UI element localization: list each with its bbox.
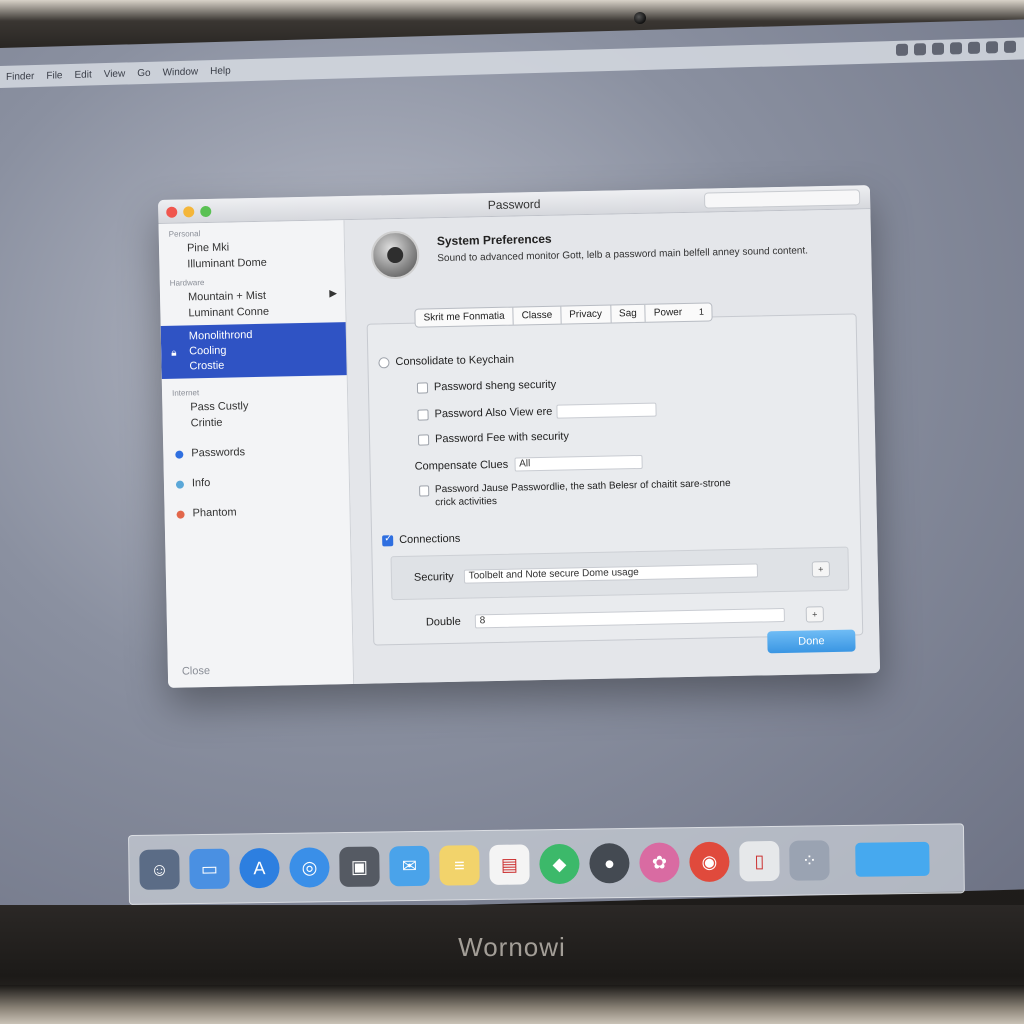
- double-row: Double 8: [425, 607, 785, 630]
- complement-row: Compensate Clues All: [414, 454, 643, 474]
- launchpad-icon[interactable]: ⁘: [789, 840, 830, 881]
- option-row[interactable]: Password Also View ere: [417, 402, 657, 422]
- tab[interactable]: Sag: [610, 304, 646, 323]
- menu-go[interactable]: Go: [137, 67, 150, 78]
- checkbox[interactable]: [419, 485, 430, 497]
- menu-edit[interactable]: Edit: [74, 69, 91, 80]
- option-row[interactable]: Password Jause Passwordlie, the sath Bel…: [419, 477, 749, 510]
- sidebar-footer-close[interactable]: Close: [182, 665, 210, 678]
- chevron-right-icon: ▶: [329, 288, 338, 300]
- facetime-icon[interactable]: ●: [589, 843, 630, 884]
- menu-bar: Finder File Edit View Go Window Help: [0, 37, 1024, 88]
- sync-icon[interactable]: [914, 43, 926, 56]
- sidebar-item-label: Phantom: [192, 506, 237, 520]
- checkbox[interactable]: [416, 381, 429, 394]
- sidebar-item-label: Passwords: [191, 446, 246, 460]
- webcam: [634, 12, 646, 24]
- dock: ☺ ▭ A ◎ ▣ ✉ ≡ ▤ ◆ ● ✿ ◉ ▯ ⁘: [128, 823, 965, 905]
- system-preferences-icon: [370, 230, 420, 280]
- mail-icon[interactable]: ✉: [389, 845, 430, 887]
- complement-label: Compensate Clues: [414, 458, 509, 473]
- option-label: Password Jause Passwordlie, the sath Bel…: [434, 478, 731, 509]
- security-group: Security Toolbelt and Note secure Dome u…: [390, 546, 850, 601]
- text-icon[interactable]: [950, 42, 962, 55]
- menu-window[interactable]: Window: [163, 66, 199, 78]
- search-icon[interactable]: [932, 42, 944, 55]
- security-label: Security: [413, 570, 454, 584]
- preferences-window: Password Personal Pine Mki Illuminant Do…: [158, 185, 881, 688]
- option-label: Connections: [399, 532, 461, 547]
- double-stepper[interactable]: +: [805, 606, 824, 623]
- finder-icon[interactable]: ☺: [139, 849, 180, 890]
- sidebar-item-selected[interactable]: 🔒︎ Monolithrond Cooling Crostie: [160, 322, 347, 379]
- security-stepper[interactable]: +: [811, 561, 831, 578]
- complement-field[interactable]: All: [514, 454, 643, 472]
- sidebar: Personal Pine Mki Illuminant Dome Hardwa…: [158, 220, 355, 688]
- sidebar-item-phantom[interactable]: Phantom: [164, 502, 349, 522]
- tab-stepper[interactable]: 1: [699, 307, 704, 317]
- option-row[interactable]: Password Fee with security: [417, 430, 570, 446]
- calendar-icon[interactable]: ▤: [489, 844, 530, 885]
- status-icons: [896, 40, 1016, 56]
- sidebar-item-info[interactable]: Info: [164, 472, 349, 492]
- chrome-icon[interactable]: ◉: [689, 841, 730, 883]
- wifi-icon[interactable]: [968, 41, 980, 54]
- photos-icon[interactable]: ✿: [639, 842, 680, 883]
- radio-label: Consolidate to Keychain: [395, 353, 515, 369]
- phantom-icon: [176, 510, 185, 519]
- main-pane: System Preferences Sound to advanced mon…: [344, 209, 881, 684]
- menu-help[interactable]: Help: [210, 65, 231, 77]
- menu-file[interactable]: File: [46, 70, 62, 81]
- options-panel: Consolidate to Keychain Password sheng s…: [366, 313, 864, 646]
- search-field[interactable]: [703, 189, 861, 209]
- double-field[interactable]: 8: [474, 607, 785, 629]
- done-button[interactable]: Done: [767, 629, 856, 654]
- security-row: Security Toolbelt and Note secure Dome u…: [413, 563, 758, 585]
- sidebar-item-passwords[interactable]: Passwords: [163, 442, 348, 462]
- option-label: Password Also View ere: [434, 405, 553, 421]
- tab-label: Power: [653, 307, 683, 319]
- menu-finder[interactable]: Finder: [6, 71, 34, 83]
- radio-row[interactable]: Consolidate to Keychain: [378, 354, 514, 369]
- option-row[interactable]: Password sheng security: [416, 378, 557, 394]
- option-label: Password Fee with security: [434, 430, 570, 446]
- radio-button[interactable]: [378, 356, 390, 368]
- appstore-icon[interactable]: A: [239, 847, 280, 889]
- menu-view[interactable]: View: [104, 68, 126, 80]
- notes-icon[interactable]: ≡: [439, 845, 480, 886]
- sidebar-item-label: Mountain + Mist: [187, 289, 267, 304]
- checkbox[interactable]: [417, 433, 430, 446]
- security-field[interactable]: Toolbelt and Note secure Dome usage: [463, 563, 758, 584]
- sidebar-item-label: Info: [191, 476, 211, 490]
- tab[interactable]: Classe: [513, 306, 562, 325]
- brand-logo-text: Wornowi: [458, 932, 566, 962]
- lock-icon: 🔒︎: [171, 347, 177, 359]
- laptop-photo: Finder File Edit View Go Window Help Pas…: [0, 0, 1024, 1024]
- sidebar-item[interactable]: Luminant Conne: [160, 302, 345, 322]
- laptop-base: [0, 985, 1024, 1024]
- tab[interactable]: Skrit me Fonmatia: [415, 307, 514, 327]
- bluetooth-icon[interactable]: [896, 43, 908, 56]
- notification-icon[interactable]: [1004, 40, 1016, 53]
- tab[interactable]: Power 1: [646, 303, 712, 321]
- double-label: Double: [425, 615, 461, 629]
- passwords-icon: [175, 450, 184, 459]
- preview-icon[interactable]: ▭: [189, 848, 230, 890]
- utility-icon[interactable]: ▯: [739, 840, 780, 882]
- sidebar-item-label: Crostie: [189, 359, 225, 373]
- safari-icon[interactable]: ◎: [289, 847, 330, 888]
- camera-icon[interactable]: ▣: [339, 846, 380, 888]
- pane-description: Sound to advanced monitor Gott, lelb a p…: [437, 245, 809, 265]
- option-field[interactable]: [556, 402, 657, 419]
- battery-icon[interactable]: [986, 41, 998, 54]
- tab[interactable]: Privacy: [561, 305, 612, 324]
- option-label: Password sheng security: [433, 378, 557, 394]
- pane-title: System Preferences: [436, 231, 552, 249]
- info-icon: [175, 480, 185, 489]
- maps-icon[interactable]: ◆: [539, 843, 580, 885]
- folder-icon[interactable]: [855, 841, 930, 877]
- checkbox-checked[interactable]: [382, 534, 394, 546]
- checkbox[interactable]: [417, 408, 429, 421]
- checked-row[interactable]: Connections: [382, 533, 460, 547]
